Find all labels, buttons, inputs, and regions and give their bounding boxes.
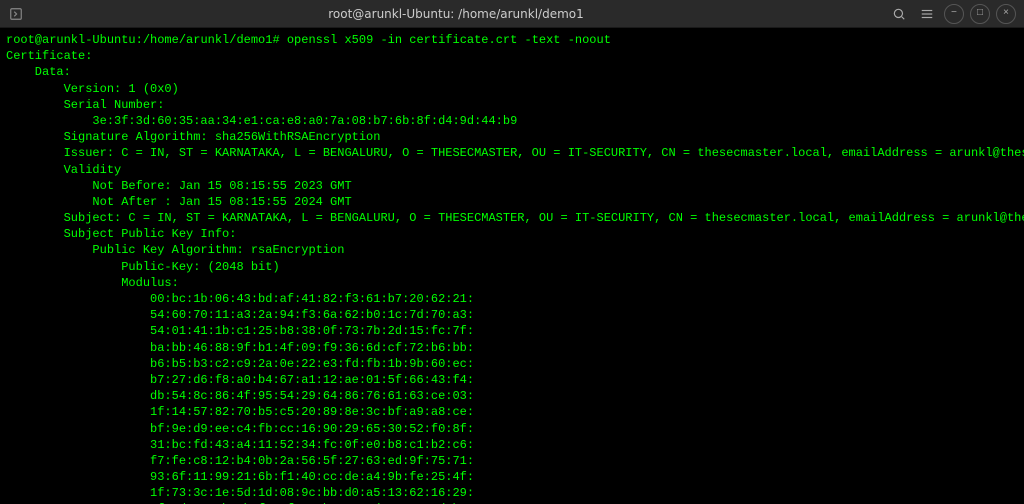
output-line: Subject: C = IN, ST = KARNATAKA, L = BEN… — [6, 211, 1024, 225]
prompt-sep2: # — [272, 33, 279, 47]
maximize-button[interactable]: □ — [970, 4, 990, 24]
output-line: Subject Public Key Info: — [6, 227, 236, 241]
close-button[interactable]: × — [996, 4, 1016, 24]
output-line: 54:60:70:11:a3:2a:94:f3:6a:62:b0:1c:7d:7… — [6, 308, 474, 322]
output-line: f7:fe:c8:12:b4:0b:2a:56:5f:27:63:ed:9f:7… — [6, 454, 474, 468]
command-text: openssl x509 -in certificate.crt -text -… — [287, 33, 611, 47]
app-menu-icon[interactable] — [8, 6, 24, 22]
output-line: b6:b5:b3:c2:c9:2a:0e:22:e3:fd:fb:1b:9b:6… — [6, 357, 474, 371]
titlebar-controls: − □ × — [888, 3, 1016, 25]
output-line: Not Before: Jan 15 08:15:55 2023 GMT — [6, 179, 352, 193]
output-line: db:54:8c:86:4f:95:54:29:64:86:76:61:63:c… — [6, 389, 474, 403]
output-line: 54:01:41:1b:c1:25:b8:38:0f:73:7b:2d:15:f… — [6, 324, 474, 338]
search-button[interactable] — [888, 3, 910, 25]
output-line: Certificate: — [6, 49, 92, 63]
output-line: Public-Key: (2048 bit) — [6, 260, 280, 274]
output-line: b7:27:d6:f8:a0:b4:67:a1:12:ae:01:5f:66:4… — [6, 373, 474, 387]
output-line: Data: — [6, 65, 71, 79]
prompt-path: /home/arunkl/demo1 — [143, 33, 273, 47]
output-line: Signature Algorithm: sha256WithRSAEncryp… — [6, 130, 380, 144]
output-line: bf:9e:d9:ee:c4:fb:cc:16:90:29:65:30:52:f… — [6, 422, 474, 436]
output-line: 1f:73:3c:1e:5d:1d:08:9c:bb:d0:a5:13:62:1… — [6, 486, 474, 500]
output-line: Issuer: C = IN, ST = KARNATAKA, L = BENG… — [6, 146, 1024, 160]
output-line: 3e:3f:3d:60:35:aa:34:e1:ca:e8:a0:7a:08:b… — [6, 114, 517, 128]
output-line: 31:bc:fd:43:a4:11:52:34:fc:0f:e0:b8:c1:b… — [6, 438, 474, 452]
output-line: Serial Number: — [6, 98, 164, 112]
prompt-user-host: root@arunkl-Ubuntu — [6, 33, 136, 47]
output-line: Not After : Jan 15 08:15:55 2024 GMT — [6, 195, 352, 209]
output-line: 93:6f:11:99:21:6b:f1:40:cc:de:a4:9b:fe:2… — [6, 470, 474, 484]
menu-button[interactable] — [916, 3, 938, 25]
output-line: Modulus: — [6, 276, 179, 290]
output-line: Public Key Algorithm: rsaEncryption — [6, 243, 344, 257]
output-line: ba:bb:46:88:9f:b1:4f:09:f9:36:6d:cf:72:b… — [6, 341, 474, 355]
terminal-output[interactable]: root@arunkl-Ubuntu:/home/arunkl/demo1# o… — [0, 28, 1024, 504]
output-line: 1f:14:57:82:70:b5:c5:20:89:8e:3c:bf:a9:a… — [6, 405, 474, 419]
minimize-button[interactable]: − — [944, 4, 964, 24]
output-line: Validity — [6, 163, 121, 177]
output-line: 00:bc:1b:06:43:bd:af:41:82:f3:61:b7:20:6… — [6, 292, 474, 306]
window-title: root@arunkl-Ubuntu: /home/arunkl/demo1 — [24, 7, 888, 21]
window-titlebar: root@arunkl-Ubuntu: /home/arunkl/demo1 −… — [0, 0, 1024, 28]
prompt-sep1: : — [136, 33, 143, 47]
output-line: Version: 1 (0x0) — [6, 82, 179, 96]
